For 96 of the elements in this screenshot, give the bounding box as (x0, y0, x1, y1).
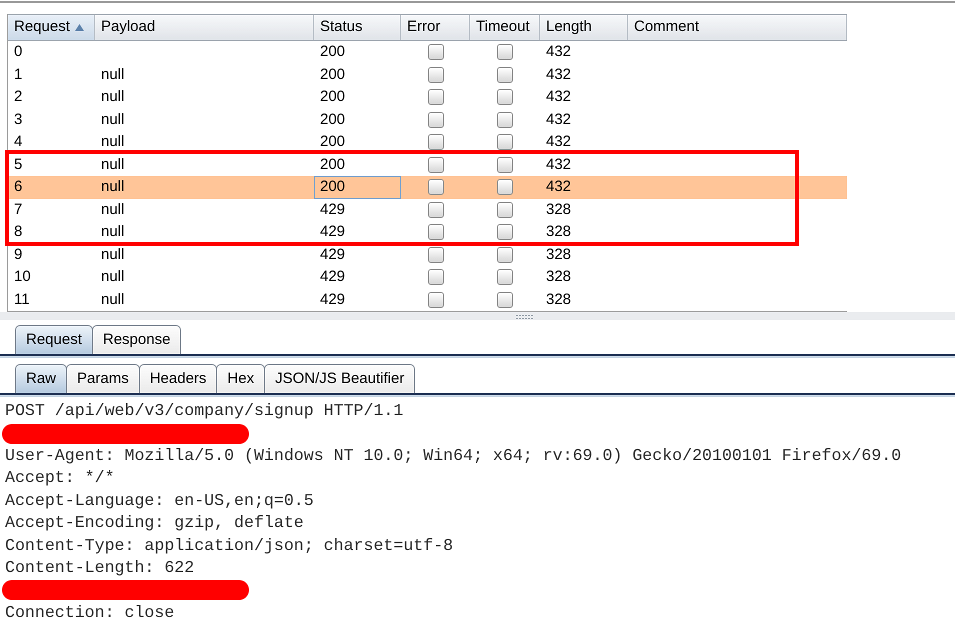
tab[interactable]: Hex (216, 364, 266, 393)
table-cell-text: 1 (13, 64, 24, 84)
checkbox[interactable] (497, 156, 513, 173)
table-cell-text: 432 (545, 154, 572, 174)
tab[interactable]: Response (92, 325, 182, 354)
table-cell-text: null (100, 154, 126, 174)
checkbox[interactable] (497, 292, 513, 308)
table-cell-text: 328 (545, 267, 572, 287)
request-line: Connection: close (5, 602, 174, 624)
checkbox[interactable] (497, 246, 513, 263)
table-cell: 200 (314, 176, 401, 198)
table-cell-text: 328 (545, 222, 572, 242)
tab[interactable]: JSON/JS Beautifier (264, 364, 416, 393)
table-cell-text: 328 (545, 290, 572, 310)
table-cell-text: 429 (319, 222, 346, 242)
checkbox[interactable] (428, 269, 444, 286)
table-cell-text: 5 (13, 154, 24, 174)
tab[interactable]: Params (66, 364, 140, 393)
checkbox[interactable] (497, 89, 513, 106)
checkbox[interactable] (497, 134, 513, 150)
table-cell-text: 432 (545, 42, 572, 62)
table-cell-text: 432 (545, 64, 572, 84)
table-cell-text: 3 (13, 110, 24, 130)
table-cell-text: null (100, 267, 126, 287)
checkbox[interactable] (428, 44, 444, 60)
tab[interactable]: Request (15, 325, 93, 354)
table-cell-text: 200 (319, 87, 346, 107)
request-line: Content-Type: application/json; charset=utf-8 (5, 534, 454, 557)
request-line: User-Agent: Mozilla/5.0 (Windows NT 10.0; Win64; x64; rv:69.0) Gecko/20100101 Firefox/69.0 (5, 444, 902, 467)
checkbox[interactable] (497, 202, 513, 218)
table-cell-text: null (100, 244, 126, 264)
table-cell-text: 432 (545, 132, 572, 152)
table-cell-text: 11 (13, 290, 31, 310)
column-header[interactable]: Request (8, 15, 95, 40)
checkbox[interactable] (428, 292, 444, 308)
table-cell-text: null (100, 290, 126, 310)
tab[interactable]: Headers (138, 364, 218, 393)
checkbox[interactable] (428, 89, 444, 106)
table-cell-text: 4 (13, 132, 24, 152)
checkbox[interactable] (428, 134, 444, 150)
table-cell-text: 432 (545, 87, 572, 107)
table-cell-text: null (100, 64, 126, 84)
request-line: Content-Length: 622 (5, 556, 194, 579)
table-cell-text: 432 (545, 177, 572, 197)
table-cell-text: null (100, 177, 126, 197)
table-cell-text: 328 (545, 200, 572, 220)
checkbox[interactable] (428, 156, 444, 173)
grip-icon (516, 315, 534, 319)
table-cell-text: 0 (13, 42, 24, 62)
table-cell-text: null (100, 222, 126, 242)
checkbox[interactable] (497, 269, 513, 286)
checkbox[interactable] (497, 179, 513, 196)
request-line: Accept-Language: en-US,en;q=0.5 (5, 490, 314, 512)
table-cell-text: 200 (319, 64, 346, 84)
column-header[interactable]: Status (314, 15, 401, 40)
table-cell-text: null (100, 87, 126, 107)
table-cell-text: 8 (13, 222, 24, 242)
checkbox[interactable] (497, 44, 513, 60)
column-header[interactable]: Length (540, 15, 628, 40)
checkbox[interactable] (428, 179, 444, 196)
table-cell-text: 9 (13, 244, 24, 264)
request-line: POST /api/web/v3/company/signup HTTP/1.1 (5, 400, 404, 422)
column-header[interactable]: Comment (628, 15, 847, 40)
checkbox[interactable] (428, 112, 444, 128)
table-cell-text: 429 (319, 244, 346, 264)
request-line: Accept: */* (5, 467, 115, 490)
table-cell-text: 6 (13, 177, 24, 197)
table-cell-text: null (100, 110, 126, 130)
table-cell-text: null (100, 200, 126, 220)
table-cell-text: 328 (545, 244, 572, 264)
table-cell-text: 2 (13, 87, 24, 107)
checkbox[interactable] (497, 224, 513, 240)
checkbox[interactable] (497, 112, 513, 128)
table-cell-text: 432 (545, 110, 572, 130)
table-row[interactable]: 6 null 200 432 (8, 176, 847, 198)
checkbox[interactable] (428, 246, 444, 263)
tab[interactable]: Raw (15, 364, 68, 393)
table-cell-text: null (100, 132, 126, 152)
table-cell-text: 200 (319, 154, 346, 174)
table-cell-text: 7 (13, 200, 24, 220)
table-cell-text: 429 (319, 200, 346, 220)
column-header[interactable]: Error (401, 15, 470, 40)
table-cell-text: 10 (13, 267, 32, 287)
checkbox[interactable] (428, 224, 444, 240)
request-line: Accept-Encoding: gzip, deflate (5, 512, 304, 534)
table-cell-text: 429 (319, 290, 346, 310)
table-cell-text: 429 (319, 267, 346, 287)
table-cell-text: 200 (319, 110, 346, 130)
column-header[interactable]: Payload (95, 15, 314, 40)
checkbox[interactable] (428, 66, 444, 83)
checkbox[interactable] (428, 202, 444, 218)
checkbox[interactable] (497, 66, 513, 83)
column-header[interactable]: Timeout (470, 15, 540, 40)
table-cell-text: 200 (319, 132, 346, 152)
table-cell-text: 200 (319, 42, 346, 62)
table-row[interactable]: 7 null 429 328 (8, 198, 847, 221)
